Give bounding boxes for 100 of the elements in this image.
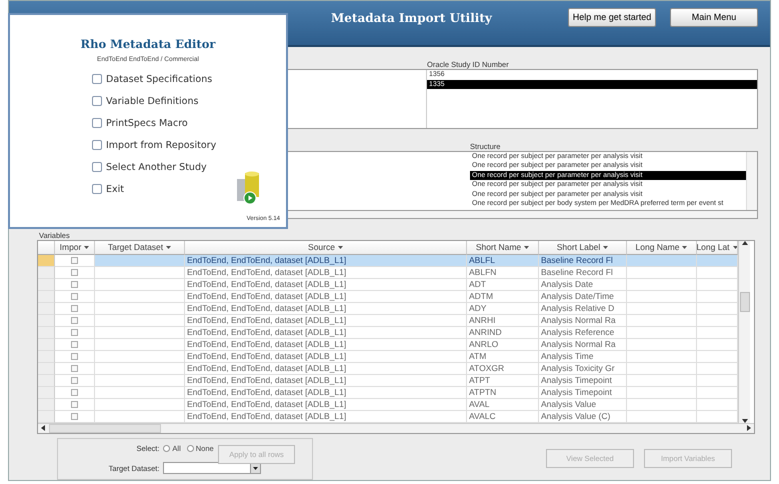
- row-selector[interactable]: [38, 278, 55, 291]
- option-checkbox[interactable]: [92, 162, 102, 172]
- radio-circle[interactable]: [163, 444, 170, 452]
- scroll-right-icon[interactable]: [747, 425, 751, 432]
- menu-option[interactable]: PrintSpecs Macro: [92, 116, 216, 130]
- menu-option[interactable]: Dataset Specifications: [92, 72, 216, 86]
- table-cell: Analysis Value: [539, 398, 627, 411]
- table-cell: [697, 290, 738, 303]
- option-checkbox[interactable]: [92, 118, 102, 128]
- table-cell: [697, 314, 738, 327]
- table-cell: EndToEnd, EndToEnd, dataset [ADLB_L1]: [185, 350, 467, 363]
- scroll-up-icon[interactable]: [742, 240, 748, 245]
- option-checkbox[interactable]: [92, 184, 102, 194]
- table-cell: AVAL: [467, 398, 539, 411]
- table-cell: [697, 338, 738, 351]
- import-checkbox[interactable]: [71, 352, 78, 360]
- import-checkbox[interactable]: [71, 400, 78, 408]
- import-checkbox[interactable]: [71, 364, 78, 372]
- table-cell: [627, 326, 697, 339]
- row-selector[interactable]: [38, 314, 55, 327]
- scroll-thumb[interactable]: [740, 292, 750, 312]
- table-cell: [627, 290, 697, 303]
- option-checkbox[interactable]: [92, 140, 102, 150]
- row-selector[interactable]: [38, 338, 55, 351]
- table-cell: ADY: [467, 302, 539, 315]
- header-button[interactable]: Main Menu: [670, 8, 758, 26]
- table-corner[interactable]: [38, 240, 55, 255]
- caret-icon: [84, 246, 90, 249]
- table-cell: [697, 266, 738, 279]
- table-cell: Analysis Timepoint: [539, 386, 627, 399]
- row-selector[interactable]: [38, 374, 55, 387]
- table-cell: EndToEnd, EndToEnd, dataset [ADLB_L1]: [185, 278, 467, 291]
- scroll-left-icon[interactable]: [41, 425, 45, 432]
- column-header[interactable]: Impor: [55, 240, 95, 255]
- import-checkbox[interactable]: [71, 340, 78, 348]
- import-checkbox[interactable]: [71, 268, 78, 276]
- option-checkbox[interactable]: [92, 74, 102, 84]
- import-checkbox[interactable]: [71, 292, 78, 300]
- table-cell: EndToEnd, EndToEnd, dataset [ADLB_L1]: [185, 338, 467, 351]
- row-selector[interactable]: [38, 350, 55, 363]
- table-cell: [697, 350, 738, 363]
- scrollbar[interactable]: [38, 422, 754, 433]
- header-button[interactable]: Help me get started: [568, 8, 656, 26]
- import-checkbox[interactable]: [71, 280, 78, 288]
- import-checkbox[interactable]: [71, 388, 78, 396]
- column-header[interactable]: Long Name: [627, 240, 697, 255]
- caret-icon: [253, 466, 258, 470]
- import-checkbox[interactable]: [71, 316, 78, 324]
- row-selector[interactable]: [38, 302, 55, 315]
- import-checkbox[interactable]: [71, 328, 78, 336]
- table-cell: ATM: [467, 350, 539, 363]
- table-cell: [627, 350, 697, 363]
- dropdown-field[interactable]: [163, 462, 262, 474]
- row-selector[interactable]: [38, 254, 55, 267]
- table-cell: EndToEnd, EndToEnd, dataset [ADLB_L1]: [185, 326, 467, 339]
- column-header[interactable]: Long Lat: [697, 240, 738, 255]
- table-cell: [627, 386, 697, 399]
- scrollbar[interactable]: [738, 240, 750, 423]
- table-cell: [627, 302, 697, 315]
- row-selector[interactable]: [38, 266, 55, 279]
- column-header[interactable]: Target Dataset: [95, 240, 185, 255]
- caret-icon: [524, 246, 530, 249]
- menu-option[interactable]: Exit: [92, 182, 216, 196]
- database-icon: [236, 171, 262, 205]
- table-cell: ANRLO: [467, 338, 539, 351]
- table-cell: [627, 314, 697, 327]
- import-checkbox[interactable]: [71, 304, 78, 312]
- scroll-thumb[interactable]: [49, 424, 161, 433]
- column-header[interactable]: Source: [185, 240, 467, 255]
- column-header[interactable]: Short Label: [539, 240, 627, 255]
- table-cell: Analysis Relative D: [539, 302, 627, 315]
- row-selector[interactable]: [38, 386, 55, 399]
- menu-option[interactable]: Import from Repository: [92, 138, 216, 152]
- table-cell: ATPT: [467, 374, 539, 387]
- dialog-title: Rho Metadata Editor: [80, 37, 216, 51]
- import-checkbox[interactable]: [71, 256, 78, 264]
- table-cell: EndToEnd, EndToEnd, dataset [ADLB_L1]: [185, 266, 467, 279]
- option-checkbox[interactable]: [92, 96, 102, 106]
- table-cell: [697, 326, 738, 339]
- row-selector[interactable]: [38, 362, 55, 375]
- table-cell: EndToEnd, EndToEnd, dataset [ADLB_L1]: [185, 374, 467, 387]
- table-cell: ABLFN: [467, 266, 539, 279]
- table-cell: Baseline Record Fl: [539, 266, 627, 279]
- table-cell: [697, 374, 738, 387]
- radio-circle[interactable]: [186, 444, 194, 452]
- table-cell: [627, 338, 697, 351]
- row-selector[interactable]: [38, 398, 55, 411]
- table-cell: [697, 386, 738, 399]
- row-selector[interactable]: [38, 290, 55, 303]
- table-cell: Analysis Timepoint: [539, 374, 627, 387]
- table-cell: EndToEnd, EndToEnd, dataset [ADLB_L1]: [185, 362, 467, 375]
- table-cell: ADT: [467, 278, 539, 291]
- menu-option[interactable]: Select Another Study: [92, 160, 216, 174]
- menu-option[interactable]: Variable Definitions: [92, 94, 216, 108]
- row-selector[interactable]: [38, 326, 55, 339]
- table-cell: Analysis Toxicity Gr: [539, 362, 627, 375]
- import-checkbox[interactable]: [71, 376, 78, 384]
- import-checkbox[interactable]: [71, 412, 78, 420]
- table-cell: Analysis Normal Ra: [539, 338, 627, 351]
- column-header[interactable]: Short Name: [467, 240, 539, 255]
